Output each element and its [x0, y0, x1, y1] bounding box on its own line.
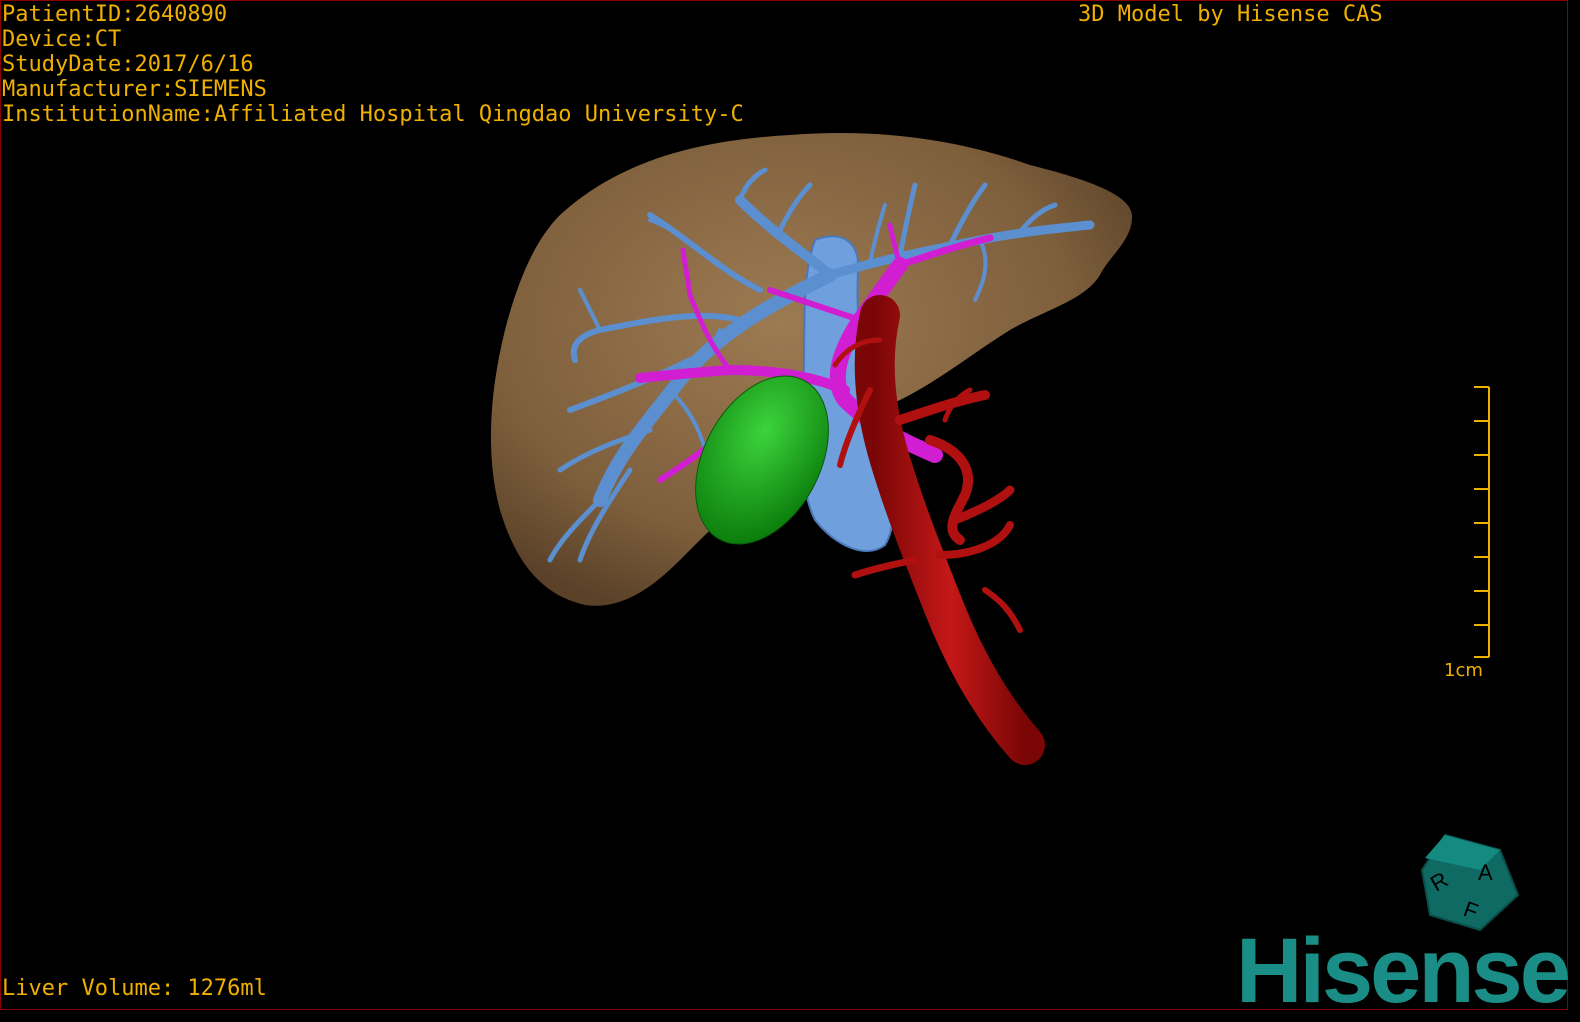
device: Device:CT [2, 27, 122, 52]
liver-volume: Liver Volume: 1276ml [2, 976, 267, 1001]
model-credit: 3D Model by Hisense CAS [1078, 2, 1383, 27]
3d-model-viewport[interactable]: R A F [0, 0, 1568, 1010]
scale-bar [1474, 386, 1490, 658]
orientation-cube-icon[interactable]: R A F [1420, 833, 1520, 932]
scale-bar-label: 1cm [1444, 660, 1483, 681]
institution-name: InstitutionName:Affiliated Hospital Qing… [2, 102, 744, 127]
cube-label-a: A [1478, 860, 1493, 885]
manufacturer: Manufacturer:SIEMENS [2, 77, 267, 102]
patient-id: PatientID:2640890 [2, 2, 228, 27]
study-info-overlay: PatientID:2640890 Device:CT StudyDate:20… [2, 2, 744, 127]
hisense-logo: Hisense [1236, 920, 1571, 1022]
study-date: StudyDate:2017/6/16 [2, 52, 254, 77]
